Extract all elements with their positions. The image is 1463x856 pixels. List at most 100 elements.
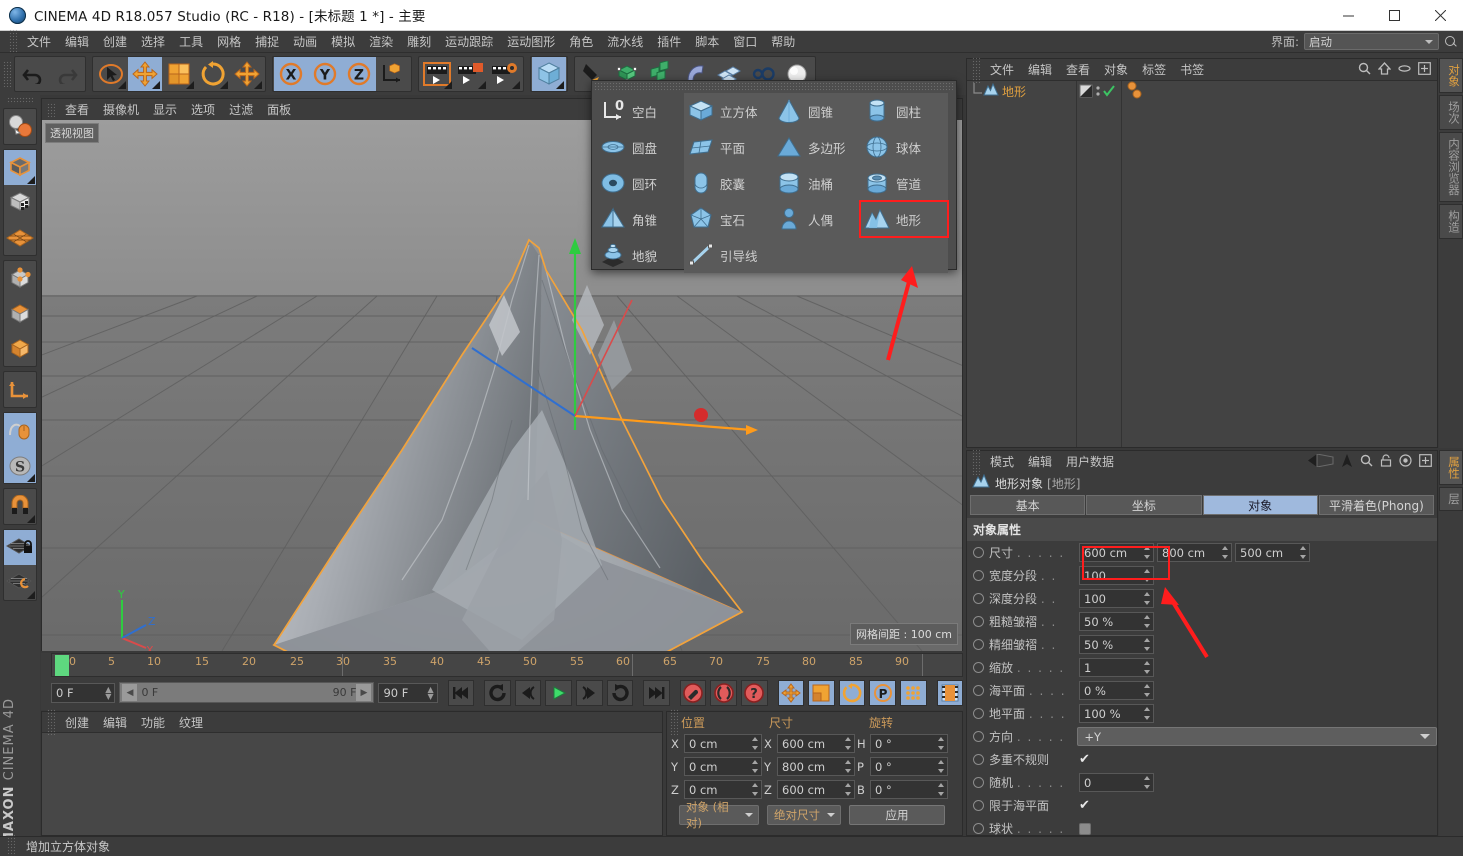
range-right-arrow-icon[interactable]: ▶: [356, 684, 372, 701]
multifractal-checkbox[interactable]: ✔: [1079, 753, 1091, 766]
current-frame-field[interactable]: 0 F ▲ ▼: [51, 682, 116, 703]
coordinates-grip-icon[interactable]: [670, 709, 678, 735]
position-y-field[interactable]: 0 cm: [684, 757, 762, 776]
viewport-menu-view[interactable]: 查看: [58, 100, 96, 119]
reset-workplane-button[interactable]: [4, 565, 36, 600]
vtab-objects[interactable]: 对象: [1439, 58, 1463, 93]
apply-button[interactable]: 应用: [849, 805, 945, 825]
animate-radio-icon[interactable]: [973, 777, 984, 788]
viewport-menu-panel[interactable]: 面板: [260, 100, 298, 119]
materials-menu-function[interactable]: 功能: [134, 712, 172, 733]
popup-item-oil-tank[interactable]: 油桶: [772, 165, 860, 201]
popup-item-figure[interactable]: 人偶: [772, 201, 860, 237]
end-frame-field[interactable]: 90 F ▲ ▼: [378, 682, 438, 703]
sea-level-input[interactable]: 0 %: [1079, 681, 1154, 700]
position-key-button[interactable]: [777, 679, 805, 706]
add-panel-icon[interactable]: [1419, 453, 1432, 470]
tab-coordinates[interactable]: 坐标: [1086, 495, 1202, 515]
menu-file[interactable]: 文件: [20, 31, 58, 52]
object-menu-tags[interactable]: 标签: [1135, 59, 1173, 80]
materials-menu-create[interactable]: 创建: [58, 712, 96, 733]
popup-item-terrain[interactable]: 地形: [859, 200, 949, 238]
spinner-icon[interactable]: [1299, 546, 1306, 559]
rough-furrows-input[interactable]: 50 %: [1079, 612, 1154, 631]
object-menu-objects[interactable]: 对象: [1097, 59, 1135, 80]
animate-radio-icon[interactable]: [973, 754, 984, 765]
materials-grip-icon[interactable]: [47, 709, 55, 735]
animate-radio-icon[interactable]: [973, 570, 984, 581]
spinner-icon[interactable]: [844, 760, 851, 773]
tab-object[interactable]: 对象: [1202, 495, 1318, 515]
fine-furrows-input[interactable]: 50 %: [1079, 635, 1154, 654]
polygon-mode-button[interactable]: [4, 331, 36, 366]
render-to-picture-viewer-button[interactable]: [454, 57, 488, 91]
menu-character[interactable]: 角色: [562, 31, 600, 52]
spinner-icon[interactable]: [1143, 615, 1150, 628]
animate-radio-icon[interactable]: [973, 731, 984, 742]
move-axis-tool-button[interactable]: [230, 57, 264, 91]
spinner-icon[interactable]: [1143, 776, 1150, 789]
popup-item-capsule[interactable]: 胶囊: [684, 165, 772, 201]
rotation-b-field[interactable]: 0 °: [870, 780, 948, 799]
toolbar-grip-icon[interactable]: [3, 61, 11, 87]
live-selection-tool-button[interactable]: [94, 57, 128, 91]
edge-mode-button[interactable]: [4, 296, 36, 331]
model-mode-button[interactable]: [4, 150, 36, 185]
animate-radio-icon[interactable]: [973, 593, 984, 604]
autokeying-button[interactable]: [710, 679, 737, 706]
spinner-icon[interactable]: [1143, 638, 1150, 651]
magnet-snap-button[interactable]: [4, 489, 36, 524]
spinner-icon[interactable]: [937, 760, 944, 773]
rotation-key-button[interactable]: [838, 679, 866, 706]
play-button[interactable]: [545, 679, 572, 706]
limit-sea-level-checkbox[interactable]: ✔: [1079, 799, 1091, 812]
minimize-button[interactable]: [1325, 0, 1371, 31]
object-tag-column[interactable]: [1077, 81, 1122, 447]
menu-mesh[interactable]: 网格: [210, 31, 248, 52]
menu-sculpt[interactable]: 雕刻: [400, 31, 438, 52]
render-settings-button[interactable]: [488, 57, 522, 91]
vtab-content-browser[interactable]: 内容浏览器: [1439, 132, 1463, 202]
menu-script[interactable]: 脚本: [688, 31, 726, 52]
orientation-combo[interactable]: +Y: [1077, 727, 1437, 746]
viewport-grip-icon[interactable]: [47, 102, 55, 117]
materials-menu-edit[interactable]: 编辑: [96, 712, 134, 733]
size-x-field[interactable]: 600 cm: [777, 734, 855, 753]
lock-workplane-button[interactable]: [4, 530, 36, 565]
width-segments-input[interactable]: 100: [1079, 566, 1154, 585]
animate-radio-icon[interactable]: [973, 708, 984, 719]
coordinate-mode-combo[interactable]: 对象 (相对): [679, 800, 759, 830]
undo-button[interactable]: [16, 57, 50, 91]
spinner-icon[interactable]: [844, 783, 851, 796]
plateau-level-input[interactable]: 100 %: [1079, 704, 1154, 723]
scale-key-button[interactable]: [808, 679, 835, 706]
menu-select[interactable]: 选择: [134, 31, 172, 52]
object-menu-bookmarks[interactable]: 书签: [1173, 59, 1211, 80]
popup-item-guide-line[interactable]: 引导线: [684, 237, 772, 273]
close-button[interactable]: [1417, 0, 1463, 31]
menu-render[interactable]: 渲染: [362, 31, 400, 52]
rotate-tool-button[interactable]: [196, 57, 230, 91]
move-tool-button[interactable]: [128, 57, 162, 91]
viewport-menu-options[interactable]: 选项: [184, 100, 222, 119]
add-panel-icon[interactable]: [1418, 61, 1431, 78]
vtab-attributes[interactable]: 属性: [1439, 450, 1463, 485]
popup-item-pyramid[interactable]: 角锥: [596, 201, 684, 237]
object-menu-file[interactable]: 文件: [983, 59, 1021, 80]
popup-item-plane[interactable]: 平面: [684, 129, 772, 165]
maximize-button[interactable]: [1371, 0, 1417, 31]
animate-radio-icon[interactable]: [973, 685, 984, 696]
vtab-structure[interactable]: 构造: [1439, 203, 1463, 239]
menu-simulate[interactable]: 模拟: [324, 31, 362, 52]
go-to-end-button[interactable]: [643, 679, 670, 706]
world-object-coordinates-button[interactable]: [376, 57, 410, 91]
size-mode-combo[interactable]: 绝对尺寸: [767, 805, 841, 825]
parameter-key-button[interactable]: P: [869, 679, 896, 706]
spinner-icon[interactable]: [1143, 684, 1150, 697]
spinner-icon[interactable]: [844, 737, 851, 750]
object-row-visibility-dots[interactable]: [1077, 81, 1121, 101]
popup-item-cylinder[interactable]: 圆柱: [860, 93, 948, 129]
lock-y-axis-button[interactable]: Y: [308, 57, 342, 91]
home-icon[interactable]: [1377, 61, 1392, 78]
menu-help[interactable]: 帮助: [764, 31, 802, 52]
